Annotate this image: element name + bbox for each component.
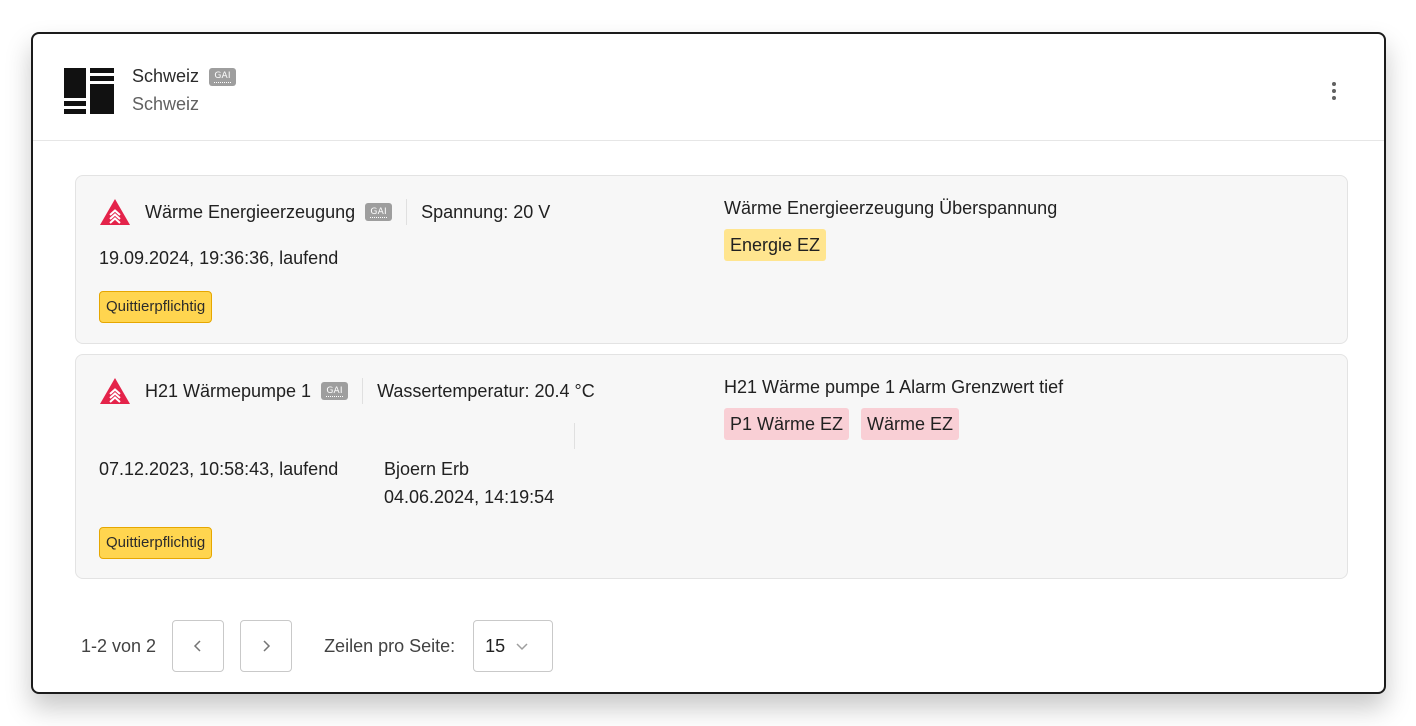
tag-list: Energie EZ: [724, 229, 827, 261]
rows-per-page-label: Zeilen pro Seite:: [324, 635, 456, 656]
alarm-title-row: H21 Wärmepumpe 1 GAI Wassertemperatur: 2…: [99, 377, 595, 405]
card-header: Schweiz GAI Schweiz: [33, 34, 1384, 141]
alarm-description: H21 Wärme pumpe 1 Alarm Grenzwert tief: [724, 377, 1064, 397]
acknowledged-at: 04.06.2024, 14:19:54: [384, 487, 555, 507]
alarm-time: 19.09.2024, 19:36:36, laufend: [99, 248, 339, 268]
tag: P1 Wärme EZ: [724, 408, 850, 440]
gai-badge: GAI: [321, 382, 349, 400]
pagination: 1-2 von 2 Zeilen pro Seite: 15: [81, 620, 554, 672]
page-range: 1-2 von 2: [81, 635, 157, 656]
site-title-row: Schweiz GAI: [132, 66, 237, 87]
measurement-value: Wassertemperatur: 20.4 °C: [377, 380, 595, 401]
site-card: Schweiz GAI Schweiz Wärme Energieerzeugu…: [31, 32, 1386, 694]
alarm-item[interactable]: Wärme Energieerzeugung GAI Spannung: 20 …: [75, 175, 1348, 344]
next-page-button[interactable]: [240, 620, 293, 672]
status-badge: Quittierpflichtig: [99, 527, 213, 559]
device-name[interactable]: H21 Wärmepumpe 1: [145, 381, 311, 402]
tag: Wärme EZ: [861, 408, 960, 440]
site-subtitle: Schweiz: [132, 94, 200, 114]
alarm-time: 07.12.2023, 10:58:43, laufend: [99, 459, 339, 479]
divider: [574, 423, 575, 449]
alarm-warning-icon: [100, 199, 130, 225]
device-name[interactable]: Wärme Energieerzeugung: [145, 202, 355, 223]
gai-badge: GAI: [209, 67, 237, 86]
site-title: Schweiz: [132, 66, 200, 86]
alarm-item[interactable]: H21 Wärmepumpe 1 GAI Wassertemperatur: 2…: [75, 354, 1348, 579]
acknowledged-by: Bjoern Erb: [384, 459, 470, 479]
measurement-value: Spannung: 20 V: [421, 201, 551, 222]
tag-list: P1 Wärme EZ Wärme EZ: [724, 408, 960, 440]
chevron-down-icon: [516, 643, 528, 651]
divider: [362, 378, 364, 404]
prev-page-button[interactable]: [172, 620, 225, 672]
alarm-warning-icon: [100, 378, 130, 404]
tag: Energie EZ: [724, 229, 827, 261]
divider: [406, 199, 408, 225]
rows-per-page-value: 15: [485, 635, 506, 656]
more-vertical-icon[interactable]: [1322, 76, 1346, 106]
rows-per-page-select[interactable]: 15: [473, 620, 554, 672]
status-badge: Quittierpflichtig: [99, 291, 213, 323]
alarm-title-row: Wärme Energieerzeugung GAI Spannung: 20 …: [99, 198, 550, 226]
chevron-left-icon: [194, 640, 201, 652]
alarm-description: Wärme Energieerzeugung Überspannung: [724, 198, 1058, 218]
building-grid-icon: [64, 68, 114, 114]
gai-badge: GAI: [365, 203, 393, 221]
chevron-right-icon: [263, 640, 271, 652]
